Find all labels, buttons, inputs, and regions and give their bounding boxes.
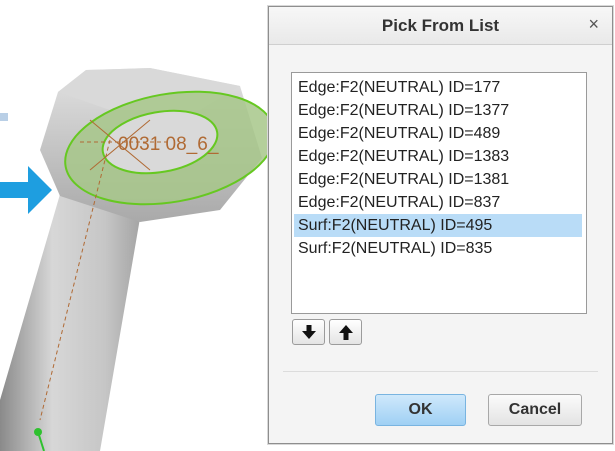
pointer-arrow-icon <box>0 166 52 214</box>
arrow-up-icon <box>339 325 353 340</box>
model-datum-label: 0031 08_6_ <box>118 134 219 155</box>
ok-button[interactable]: OK <box>375 394 466 426</box>
list-item[interactable]: Edge:F2(NEUTRAL) ID=1381 <box>294 168 582 191</box>
pick-list[interactable]: Edge:F2(NEUTRAL) ID=177 Edge:F2(NEUTRAL)… <box>291 72 587 314</box>
move-down-button[interactable] <box>292 319 325 345</box>
dialog-title: Pick From List <box>381 16 500 35</box>
list-item[interactable]: Edge:F2(NEUTRAL) ID=837 <box>294 191 582 214</box>
close-icon[interactable]: × <box>588 14 599 35</box>
list-item[interactable]: Edge:F2(NEUTRAL) ID=489 <box>294 122 582 145</box>
list-item[interactable]: Edge:F2(NEUTRAL) ID=1377 <box>294 99 582 122</box>
list-item[interactable]: Edge:F2(NEUTRAL) ID=177 <box>294 76 582 99</box>
dialog-titlebar[interactable]: Pick From List × <box>269 7 612 45</box>
pick-from-list-dialog: Pick From List × Edge:F2(NEUTRAL) ID=177… <box>268 6 613 444</box>
move-up-button[interactable] <box>329 319 362 345</box>
dialog-separator <box>283 371 598 372</box>
list-item[interactable]: Edge:F2(NEUTRAL) ID=1383 <box>294 145 582 168</box>
list-item[interactable]: Surf:F2(NEUTRAL) ID=835 <box>294 237 582 260</box>
list-item-selected[interactable]: Surf:F2(NEUTRAL) ID=495 <box>294 214 582 237</box>
cancel-button[interactable]: Cancel <box>488 394 582 426</box>
arrow-down-icon <box>302 325 316 339</box>
